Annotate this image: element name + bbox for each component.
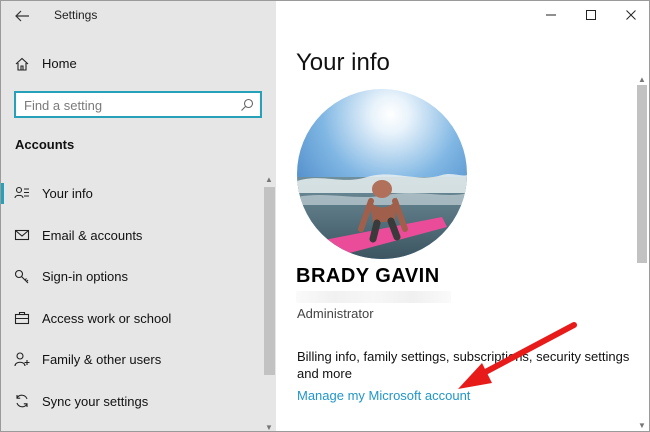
sidebar-item-sync-settings[interactable]: Sync your settings — [1, 381, 263, 423]
settings-window: Settings Home Accounts Your info Email &… — [0, 0, 650, 432]
close-button[interactable] — [611, 1, 649, 31]
main-scrollbar[interactable]: ▲ ▼ — [635, 73, 649, 431]
sidebar-item-label: Email & accounts — [42, 227, 143, 243]
maximize-button[interactable] — [571, 1, 611, 31]
person-add-icon — [14, 352, 30, 367]
close-icon — [626, 10, 636, 20]
profile-photo — [297, 89, 467, 259]
minimize-icon — [546, 14, 556, 16]
scroll-up-icon[interactable]: ▲ — [265, 175, 273, 184]
maximize-icon — [586, 10, 596, 20]
mail-icon — [14, 229, 30, 240]
briefcase-icon — [14, 311, 30, 324]
sidebar: Settings Home Accounts Your info Email &… — [1, 1, 276, 431]
scroll-down-icon[interactable]: ▼ — [638, 421, 646, 430]
sidebar-item-label: Family & other users — [42, 352, 162, 367]
sidebar-item-label: Access work or school — [42, 310, 172, 326]
title-bar: Settings — [1, 1, 276, 31]
search-box[interactable] — [14, 91, 262, 118]
search-icon[interactable] — [240, 98, 254, 112]
avatar — [297, 89, 467, 259]
scroll-down-icon[interactable]: ▼ — [265, 423, 273, 431]
sidebar-item-family-other-users[interactable]: Family & other users — [1, 339, 263, 381]
main-content: Your info BRADY GAVIN Administrator Bill… — [276, 1, 649, 431]
nav-home[interactable]: Home — [1, 50, 263, 78]
person-card-icon — [14, 186, 29, 199]
minimize-button[interactable] — [531, 1, 571, 31]
search-input[interactable] — [24, 96, 224, 114]
scrollbar-thumb[interactable] — [264, 187, 275, 375]
sidebar-item-label: Your info — [42, 186, 93, 201]
sidebar-scrollbar[interactable]: ▲ ▼ — [263, 173, 276, 431]
scrollbar-thumb[interactable] — [637, 85, 647, 263]
active-indicator — [1, 183, 4, 204]
redacted-email — [296, 291, 451, 303]
home-icon — [15, 57, 29, 71]
app-title: Settings — [54, 8, 98, 22]
sidebar-item-sign-in-options[interactable]: Sign-in options — [1, 256, 263, 298]
section-heading: Accounts — [15, 137, 75, 152]
back-arrow-icon — [15, 10, 29, 22]
sidebar-item-your-info[interactable]: Your info — [1, 173, 263, 215]
red-arrow-annotation — [458, 322, 577, 389]
sidebar-item-email-accounts[interactable]: Email & accounts — [1, 215, 263, 257]
key-icon — [14, 269, 29, 284]
user-name: BRADY GAVIN — [296, 265, 440, 287]
page-title: Your info — [296, 49, 390, 76]
sidebar-item-label: Sign-in options — [42, 269, 128, 284]
sidebar-item-label: Sync your settings — [42, 393, 149, 409]
nav-home-label: Home — [42, 56, 77, 71]
back-button[interactable] — [11, 6, 33, 26]
sync-icon — [16, 394, 28, 407]
nav-list: Your info Email & accounts Sign-in optio… — [1, 173, 263, 422]
scroll-up-icon[interactable]: ▲ — [638, 75, 646, 84]
account-role: Administrator — [297, 306, 374, 321]
sidebar-item-access-work-school[interactable]: Access work or school — [1, 298, 263, 340]
